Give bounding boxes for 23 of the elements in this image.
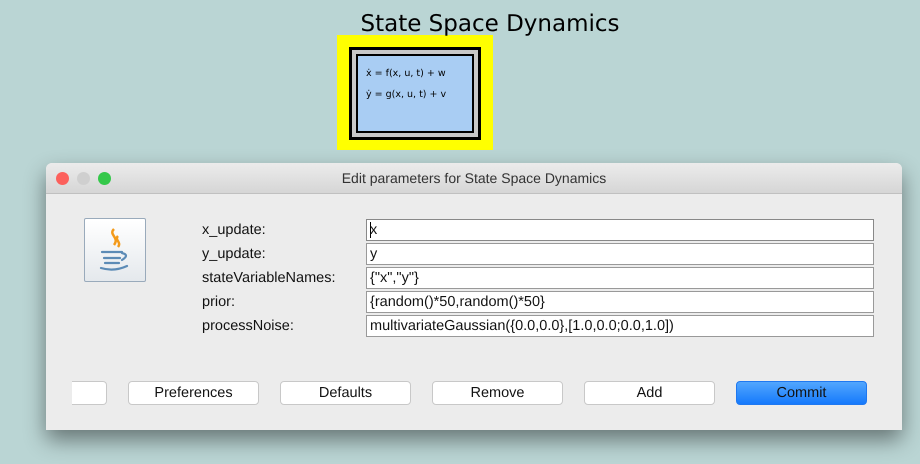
block-title: State Space Dynamics	[360, 10, 620, 38]
input-field[interactable]: y	[366, 243, 874, 265]
zoom-icon[interactable]	[98, 172, 111, 184]
state-space-block[interactable]: ẋ = f(x, u, t) + w ẏ = g(x, u, t) + v	[337, 35, 493, 150]
equation: ẏ = g(x, u, t) + v	[366, 89, 446, 100]
field-label: y_update:	[202, 246, 267, 262]
field-label: x_update:	[202, 222, 267, 238]
input-field[interactable]: {"x","y"}	[366, 267, 874, 289]
coffee-cup-icon	[84, 218, 146, 282]
window-title: Edit parameters for State Space Dynamics	[342, 170, 606, 186]
dialog-button[interactable]: Remove	[432, 381, 563, 405]
close-icon[interactable]	[56, 172, 69, 184]
field-label: stateVariableNames:	[202, 270, 337, 286]
input-field[interactable]: {random()*50,random()*50}	[366, 291, 874, 313]
equation: ẋ = f(x, u, t) + w	[366, 68, 446, 79]
dialog-button[interactable]: Add	[584, 381, 715, 405]
dialog-button[interactable]: Preferences	[128, 381, 259, 405]
field-label: processNoise:	[202, 318, 295, 334]
input-field[interactable]: multivariateGaussian({0.0,0.0},[1.0,0.0;0.0,1.0])	[366, 315, 874, 337]
button[interactable]	[72, 381, 107, 405]
field-label: prior:	[202, 294, 236, 310]
commit-button[interactable]: Commit	[736, 381, 867, 405]
dialog-button[interactable]: Defaults	[280, 381, 411, 405]
